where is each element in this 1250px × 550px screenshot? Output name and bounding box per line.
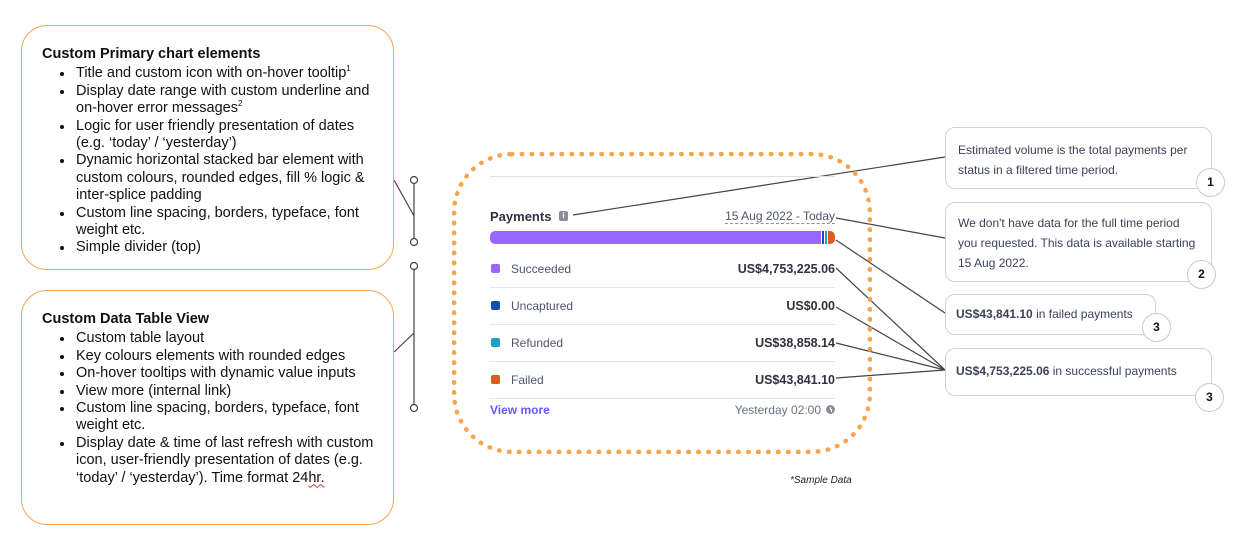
bar-segment-uncaptured[interactable] [822,231,825,244]
bar-segment-failed[interactable] [828,231,836,244]
date-range[interactable]: 15 Aug 2022 - Today [725,210,835,224]
callout-list: Title and custom icon with on-hover tool… [42,65,375,256]
tooltip-text: We don't have data for the full time per… [958,216,1196,270]
data-table-view-callout: Custom Data Table View Custom table layo… [21,290,394,525]
row-label: Succeeded [511,262,572,276]
sample-data-note: *Sample Data [790,475,852,486]
list-item: Title and custom icon with on-hover tool… [74,65,375,82]
row-divider [490,287,835,288]
color-swatch [491,338,500,347]
bracket-node [409,175,419,185]
view-more-link[interactable]: View more [490,403,550,417]
top-divider [490,176,835,177]
row-value: US$0.00 [786,299,835,313]
stacked-bar [490,231,836,244]
badge-3: 3 [1195,383,1224,412]
row-divider [490,361,835,362]
list-item: Custom line spacing, borders, typeface, … [74,205,375,240]
color-swatch [491,264,500,273]
tooltip-text: in failed payments [1032,307,1133,321]
row-value: US$4,753,225.06 [737,262,835,276]
row-label: Failed [511,373,544,387]
list-item: On-hover tooltips with dynamic value inp… [74,365,375,382]
callout-heading: Custom Data Table View [42,311,210,327]
row-value: US$43,841.10 [755,373,835,387]
color-swatch [491,301,500,310]
tooltip-amount: US$43,841.10 [956,307,1033,321]
list-item: Display date range with custom underline… [74,83,375,118]
primary-chart-elements-callout: Custom Primary chart elements Title and … [21,25,394,270]
row-label: Refunded [511,336,564,350]
bracket-node [409,403,419,413]
callout-heading: Custom Primary chart elements [42,46,261,62]
list-item: Logic for user friendly presentation of … [74,118,375,153]
tooltip-no-data: We don't have data for the full time per… [945,202,1212,282]
list-item: Simple divider (top) [74,239,375,256]
bracket-line-top [393,179,415,217]
bracket-node [409,237,419,247]
badge-1: 1 [1196,168,1225,197]
tooltip-amount: US$4,753,225.06 [956,364,1050,378]
table-row[interactable]: Succeeded US$4,753,225.06 [490,262,835,300]
widget-title: Payments [490,209,552,224]
widget-header: Payments i 15 Aug 2022 - Today [490,209,835,227]
badge-2: 2 [1187,260,1216,289]
list-item: Custom line spacing, borders, typeface, … [74,400,375,435]
clock-icon [826,405,835,414]
list-item: Dynamic horizontal stacked bar element w… [74,152,375,204]
list-item: Display date & time of last refresh with… [74,435,375,487]
tooltip-success: US$4,753,225.06 in successful payments [945,348,1212,396]
list-item: Custom table layout [74,330,375,347]
tooltip-failed: US$43,841.10 in failed payments [945,294,1156,335]
info-icon[interactable]: i [559,211,568,221]
list-item: Key colours elements with rounded edges [74,348,375,365]
bracket-line-bottom [393,332,415,353]
bar-segment-succeeded[interactable] [490,231,822,244]
row-label: Uncaptured [511,299,574,313]
row-value: US$38,858.14 [755,336,835,350]
tooltip-volume: Estimated volume is the total payments p… [945,127,1212,189]
tooltip-text: in successful payments [1049,364,1177,378]
color-swatch [491,375,500,384]
bar-segment-refunded[interactable] [825,231,828,244]
tooltip-text: Estimated volume is the total payments p… [958,143,1188,177]
bracket-node [409,261,419,271]
table-row[interactable]: Refunded US$38,858.14 [490,336,835,374]
badge-3: 3 [1142,313,1171,342]
last-refresh-time: Yesterday 02:00 [734,403,821,417]
table-row[interactable]: Uncaptured US$0.00 [490,299,835,337]
callout-list: Custom table layout Key colours elements… [42,330,375,487]
row-divider [490,324,835,325]
row-divider [490,398,835,399]
list-item: View more (internal link) [74,383,375,400]
